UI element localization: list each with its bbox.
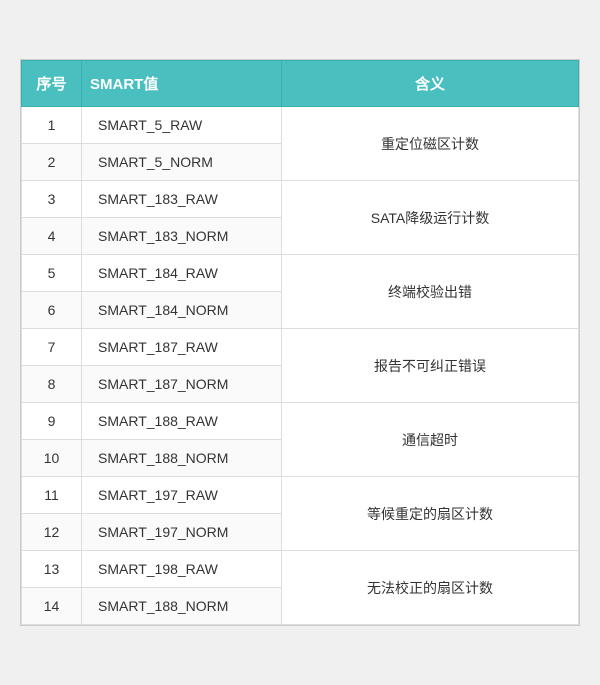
header-num: 序号: [22, 61, 82, 107]
cell-smart: SMART_5_RAW: [82, 107, 282, 144]
table-row: 11SMART_197_RAW等候重定的扇区计数: [22, 477, 579, 514]
cell-num: 10: [22, 440, 82, 477]
table-container: 序号 SMART值 含义 1SMART_5_RAW重定位磁区计数2SMART_5…: [20, 59, 580, 626]
cell-smart: SMART_184_NORM: [82, 292, 282, 329]
table-header-row: 序号 SMART值 含义: [22, 61, 579, 107]
cell-meaning: 等候重定的扇区计数: [282, 477, 579, 551]
cell-num: 5: [22, 255, 82, 292]
table-row: 13SMART_198_RAW无法校正的扇区计数: [22, 551, 579, 588]
header-smart: SMART值: [82, 61, 282, 107]
cell-smart: SMART_197_NORM: [82, 514, 282, 551]
table-body: 1SMART_5_RAW重定位磁区计数2SMART_5_NORM3SMART_1…: [22, 107, 579, 625]
cell-smart: SMART_183_NORM: [82, 218, 282, 255]
table-row: 3SMART_183_RAWSATA降级运行计数: [22, 181, 579, 218]
cell-meaning: 通信超时: [282, 403, 579, 477]
cell-num: 7: [22, 329, 82, 366]
cell-num: 8: [22, 366, 82, 403]
cell-num: 13: [22, 551, 82, 588]
cell-meaning: 无法校正的扇区计数: [282, 551, 579, 625]
table-row: 9SMART_188_RAW通信超时: [22, 403, 579, 440]
cell-num: 14: [22, 588, 82, 625]
cell-smart: SMART_184_RAW: [82, 255, 282, 292]
header-meaning: 含义: [282, 61, 579, 107]
cell-meaning: 重定位磁区计数: [282, 107, 579, 181]
cell-meaning: SATA降级运行计数: [282, 181, 579, 255]
cell-num: 9: [22, 403, 82, 440]
cell-smart: SMART_198_RAW: [82, 551, 282, 588]
cell-smart: SMART_197_RAW: [82, 477, 282, 514]
cell-num: 6: [22, 292, 82, 329]
cell-smart: SMART_187_RAW: [82, 329, 282, 366]
cell-num: 4: [22, 218, 82, 255]
cell-meaning: 报告不可纠正错误: [282, 329, 579, 403]
smart-table: 序号 SMART值 含义 1SMART_5_RAW重定位磁区计数2SMART_5…: [21, 60, 579, 625]
cell-num: 11: [22, 477, 82, 514]
table-row: 1SMART_5_RAW重定位磁区计数: [22, 107, 579, 144]
cell-num: 12: [22, 514, 82, 551]
cell-smart: SMART_188_NORM: [82, 588, 282, 625]
cell-num: 3: [22, 181, 82, 218]
cell-smart: SMART_187_NORM: [82, 366, 282, 403]
table-row: 7SMART_187_RAW报告不可纠正错误: [22, 329, 579, 366]
table-row: 5SMART_184_RAW终端校验出错: [22, 255, 579, 292]
cell-smart: SMART_183_RAW: [82, 181, 282, 218]
cell-num: 1: [22, 107, 82, 144]
cell-num: 2: [22, 144, 82, 181]
cell-smart: SMART_5_NORM: [82, 144, 282, 181]
cell-smart: SMART_188_NORM: [82, 440, 282, 477]
cell-meaning: 终端校验出错: [282, 255, 579, 329]
cell-smart: SMART_188_RAW: [82, 403, 282, 440]
